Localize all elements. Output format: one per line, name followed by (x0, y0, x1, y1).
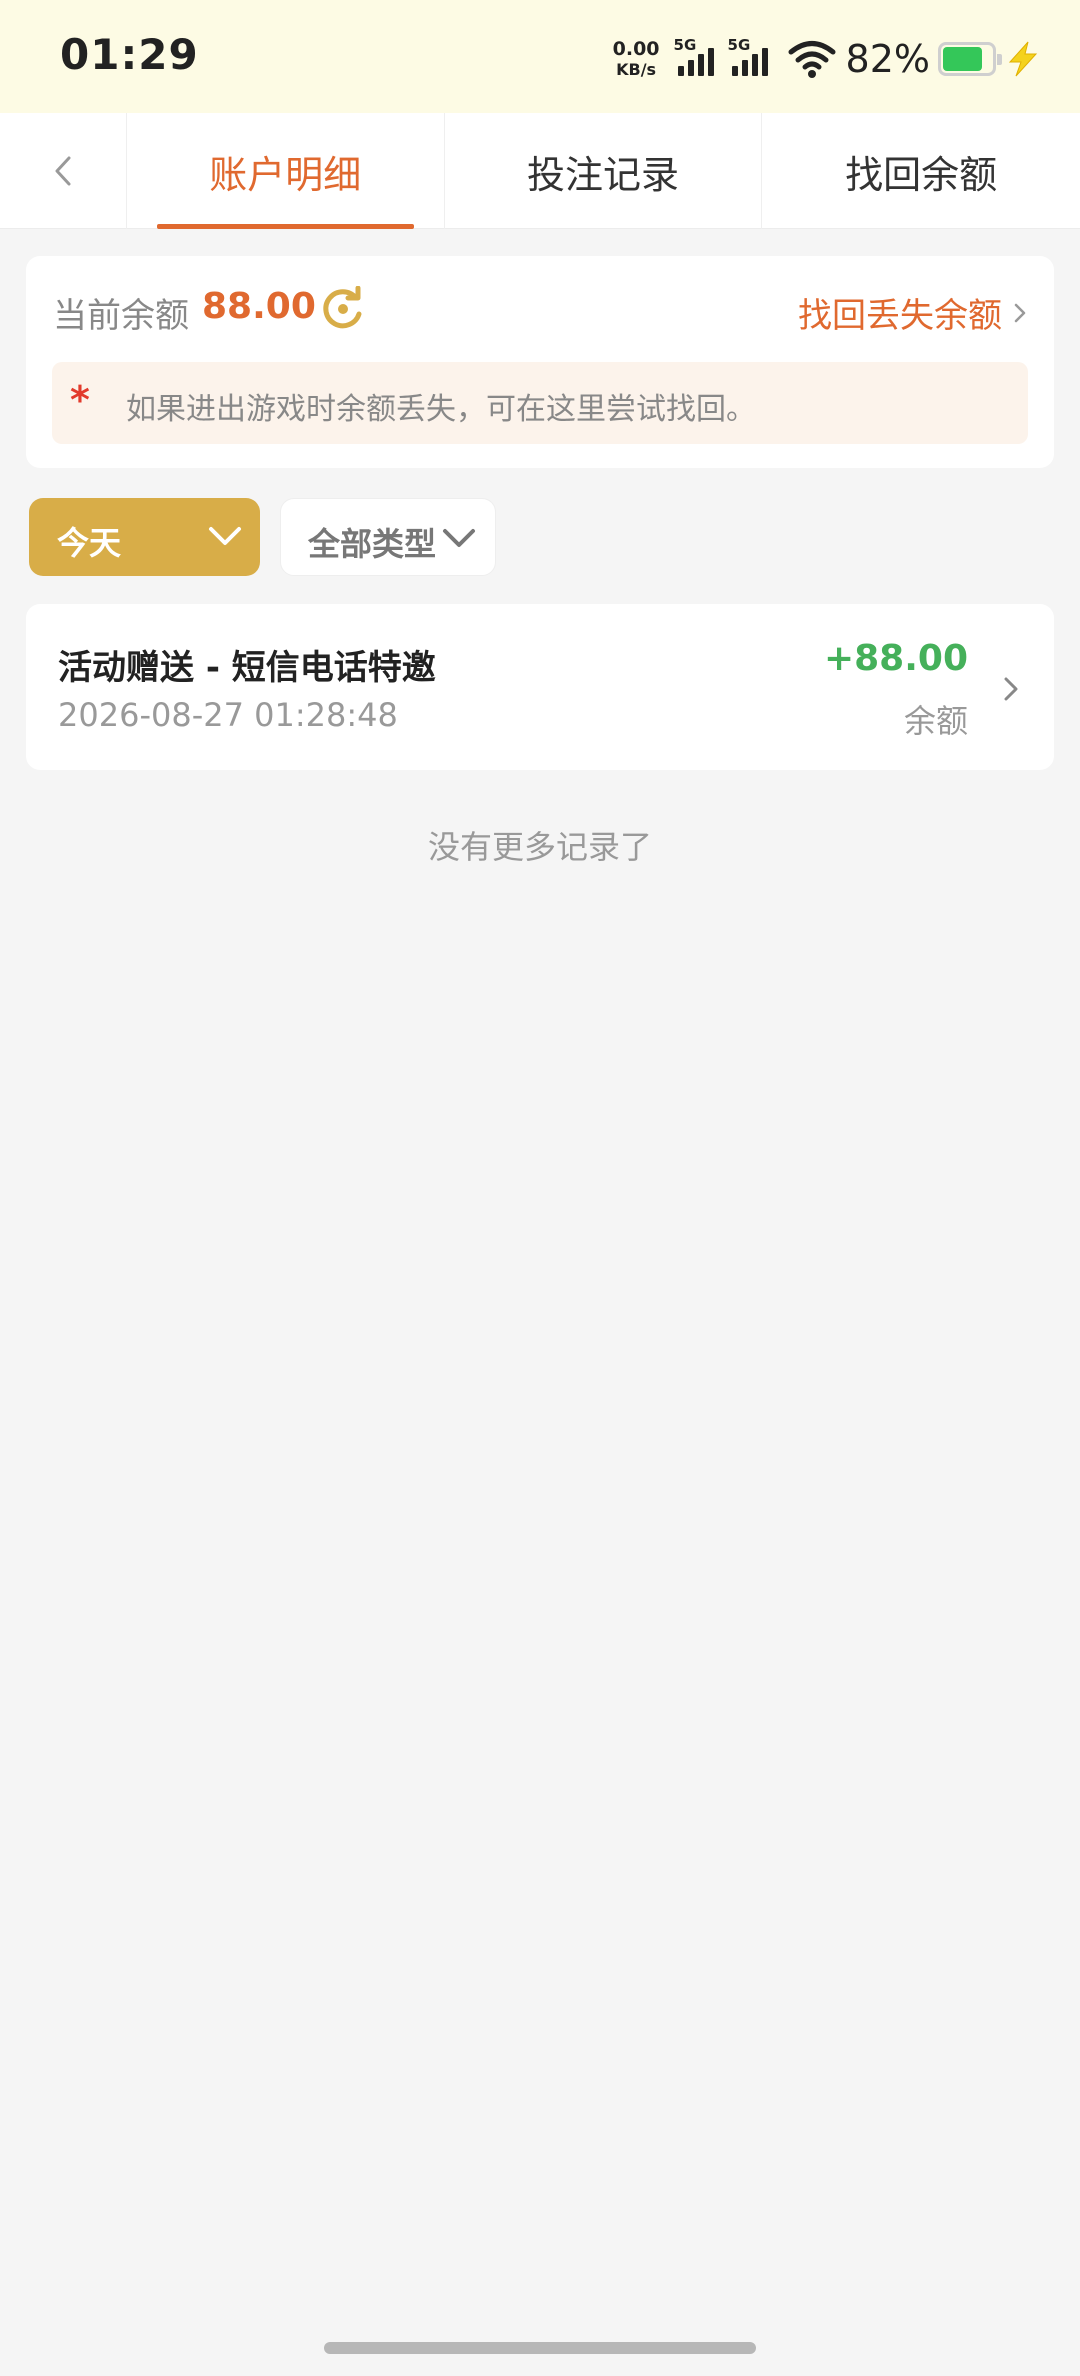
balance-value: 88.00 (202, 286, 316, 327)
chevron-right-icon (1014, 303, 1026, 322)
network-speed: 0.00 KB/s (613, 40, 660, 78)
balance-label: 当前余额 (53, 296, 189, 336)
chevron-down-icon (209, 527, 241, 545)
battery-percent: 82% (845, 37, 930, 81)
refresh-icon[interactable] (320, 286, 366, 332)
notice-box: * 如果进出游戏时余额丢失，可在这里尝试找回。 (52, 362, 1028, 444)
battery-icon (938, 42, 1002, 76)
no-more-records-text: 没有更多记录了 (427, 828, 652, 866)
signal-sim2-icon: 5G (728, 36, 774, 82)
type-filter-label: 全部类型 (308, 525, 437, 563)
recover-lost-balance-label: 找回丢失余额 (798, 296, 1002, 336)
status-time: 01:29 (60, 30, 199, 79)
network-speed-value: 0.00 (612, 38, 660, 60)
record-type: 余额 (903, 702, 968, 740)
status-icons: 0.00 KB/s 5G 5G 82% (613, 34, 1040, 84)
chevron-down-icon (443, 529, 475, 547)
date-filter-label: 今天 (57, 524, 122, 562)
record-title: 活动赠送 - 短信电话特邀 (58, 648, 436, 688)
tab-account-details[interactable]: 账户明细 (127, 113, 445, 229)
balance-card: 当前余额 88.00 找回丢失余额 * 如果进出游戏时余额丢失，可在这里尝试找回… (26, 256, 1054, 468)
signal-sim1-icon: 5G (674, 36, 720, 82)
type-filter-dropdown[interactable]: 全部类型 (280, 498, 496, 576)
required-star: * (70, 378, 90, 422)
chevron-right-icon (1004, 677, 1018, 701)
date-filter-dropdown[interactable]: 今天 (29, 498, 260, 576)
recover-lost-balance-link[interactable]: 找回丢失余额 (798, 288, 1028, 337)
sim2-network-label: 5G (727, 36, 751, 54)
back-button[interactable] (0, 113, 127, 229)
tab-recover-balance[interactable]: 找回余额 (762, 113, 1080, 229)
record-row[interactable]: 活动赠送 - 短信电话特邀 2026-08-27 01:28:48 +88.00… (26, 604, 1054, 770)
network-speed-unit: KB/s (616, 60, 657, 79)
sim1-network-label: 5G (673, 36, 697, 54)
record-amount: +88.00 (823, 638, 968, 679)
tab-bar: 账户明细 投注记录 找回余额 (0, 113, 1080, 229)
tab-bet-records[interactable]: 投注记录 (445, 113, 763, 229)
record-time: 2026-08-27 01:28:48 (58, 696, 398, 734)
home-indicator[interactable] (324, 2342, 756, 2354)
notice-text: 如果进出游戏时余额丢失，可在这里尝试找回。 (126, 392, 756, 427)
screen: 01:29 0.00 KB/s 5G 5G 82% 账户明细 投注记录 找回余额… (0, 0, 1080, 2376)
charging-bolt-icon (1008, 41, 1038, 77)
wifi-icon (788, 41, 836, 78)
chevron-left-icon (55, 156, 71, 186)
status-bar: 01:29 0.00 KB/s 5G 5G 82% (0, 0, 1080, 113)
